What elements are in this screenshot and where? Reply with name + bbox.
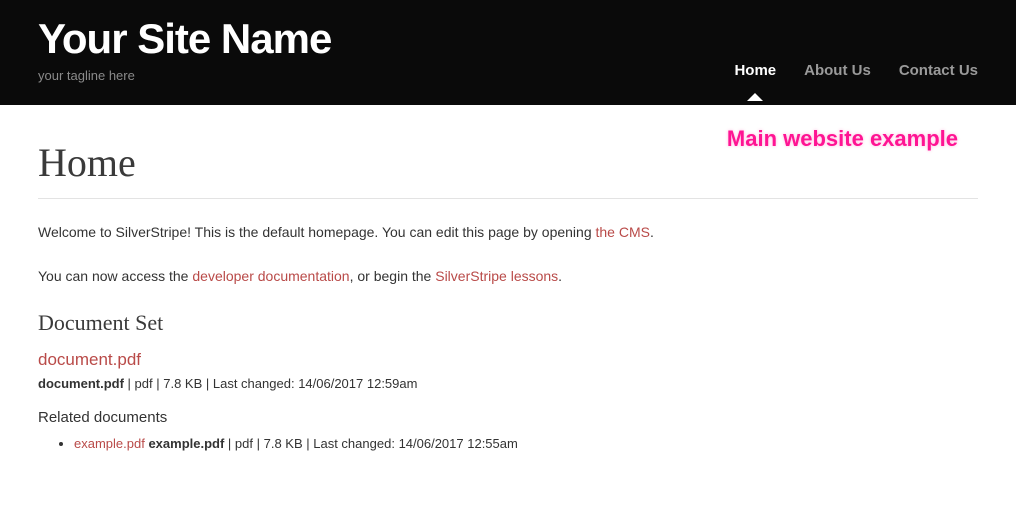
intro-block: Welcome to SilverStripe! This is the def… bbox=[38, 221, 978, 288]
brand: Your Site Name your tagline here bbox=[38, 18, 331, 83]
related-document-ext: pdf bbox=[235, 436, 253, 451]
document-last-changed-label: Last changed: bbox=[213, 376, 295, 391]
document-set-heading: Document Set bbox=[38, 310, 978, 336]
related-document-size: 7.8 KB bbox=[264, 436, 303, 451]
related-document-filename: example.pdf bbox=[148, 436, 224, 451]
intro-paragraph-1: Welcome to SilverStripe! This is the def… bbox=[38, 221, 978, 243]
document-ext: pdf bbox=[135, 376, 153, 391]
related-document-last-changed: 14/06/2017 12:55am bbox=[399, 436, 518, 451]
developer-docs-link[interactable]: developer documentation bbox=[192, 268, 349, 284]
document-link[interactable]: document.pdf bbox=[38, 350, 141, 370]
document-filename: document.pdf bbox=[38, 376, 124, 391]
intro1-text-pre: Welcome to SilverStripe! This is the def… bbox=[38, 224, 596, 240]
site-name: Your Site Name bbox=[38, 18, 331, 60]
main-content: Home Welcome to SilverStripe! This is th… bbox=[0, 105, 1016, 475]
nav-about-us[interactable]: About Us bbox=[804, 62, 871, 79]
related-document-last-changed-label: Last changed: bbox=[313, 436, 395, 451]
silverstripe-lessons-link[interactable]: SilverStripe lessons bbox=[435, 268, 558, 284]
main-nav: Home About Us Contact Us bbox=[734, 62, 978, 83]
intro1-text-post: . bbox=[650, 224, 654, 240]
tagline: your tagline here bbox=[38, 68, 331, 83]
site-header: Your Site Name your tagline here Home Ab… bbox=[0, 0, 1016, 105]
document-meta: document.pdf | pdf | 7.8 KB | Last chang… bbox=[38, 376, 978, 391]
list-item: example.pdf example.pdf | pdf | 7.8 KB |… bbox=[74, 434, 978, 455]
intro-paragraph-2: You can now access the developer documen… bbox=[38, 265, 978, 287]
annotation-label: Main website example bbox=[727, 126, 958, 152]
nav-contact-us[interactable]: Contact Us bbox=[899, 62, 978, 79]
intro2-text-mid: , or begin the bbox=[350, 268, 436, 284]
document-size: 7.8 KB bbox=[163, 376, 202, 391]
cms-link[interactable]: the CMS bbox=[596, 224, 650, 240]
related-documents-list: example.pdf example.pdf | pdf | 7.8 KB |… bbox=[38, 434, 978, 455]
nav-home[interactable]: Home bbox=[734, 62, 776, 79]
intro2-text-post: . bbox=[558, 268, 562, 284]
related-documents-heading: Related documents bbox=[38, 409, 978, 426]
document-last-changed: 14/06/2017 12:59am bbox=[298, 376, 417, 391]
intro2-text-pre: You can now access the bbox=[38, 268, 192, 284]
related-document-link[interactable]: example.pdf bbox=[74, 436, 145, 451]
